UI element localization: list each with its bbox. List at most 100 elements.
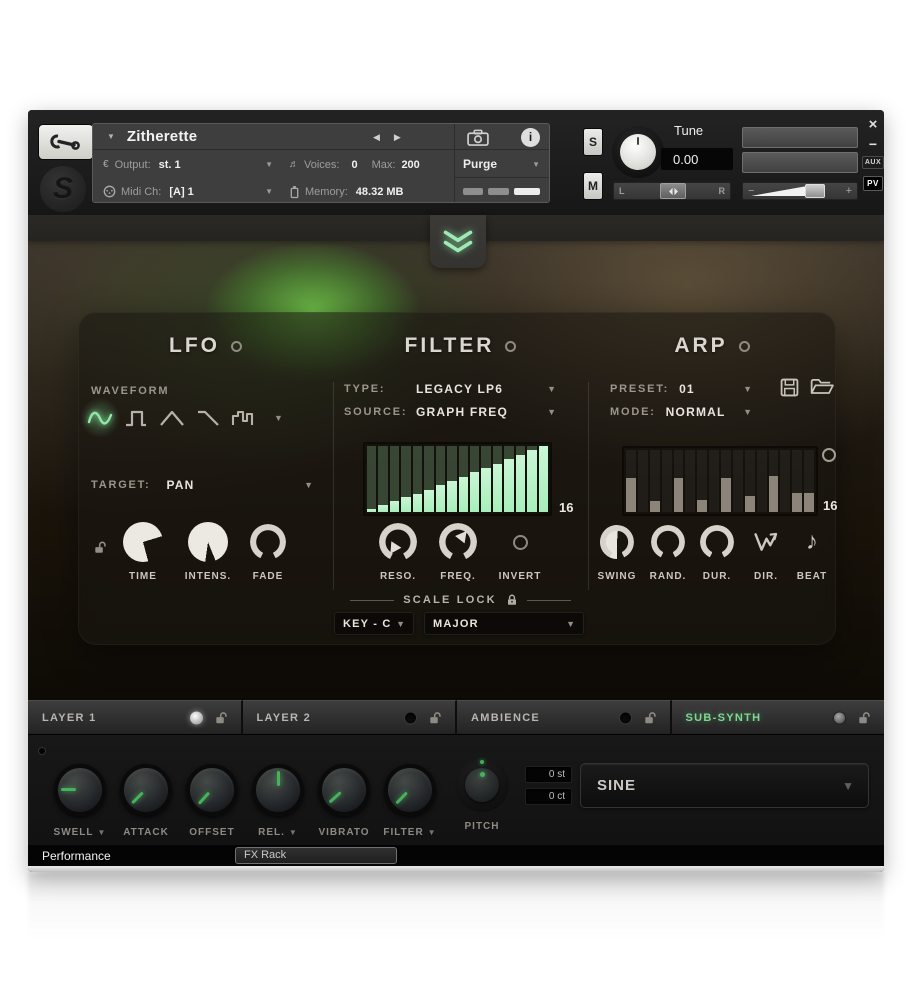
graph-step-bar[interactable]: [493, 446, 502, 512]
prev-instrument-button[interactable]: ◀: [373, 132, 380, 143]
random-wave-icon[interactable]: [229, 404, 259, 432]
close-button[interactable]: ×: [869, 118, 878, 132]
graph-step-bar[interactable]: [378, 446, 387, 512]
lfo-intensity-knob[interactable]: INTENS.: [179, 522, 237, 582]
random-knob-dial[interactable]: [651, 525, 685, 559]
knob-dropdown-arrow-icon[interactable]: ▼: [98, 828, 107, 837]
lfo-lock-icon[interactable]: [94, 540, 108, 555]
graph-step-bar[interactable]: [539, 446, 548, 512]
filter-frequency-knob[interactable]: FREQ.: [430, 522, 486, 582]
graph-step-bar[interactable]: [709, 450, 719, 512]
knob-attack[interactable]: ATTACK: [113, 764, 179, 838]
volume-plus-icon[interactable]: +: [846, 185, 852, 197]
pv-button[interactable]: PV: [863, 176, 883, 191]
graph-step-bar[interactable]: [413, 446, 422, 512]
arp-random-knob[interactable]: RAND.: [640, 522, 696, 582]
pan-slider[interactable]: L R: [613, 182, 731, 200]
lfo-time-knob[interactable]: TIME: [114, 522, 172, 582]
layer-active-led[interactable]: [619, 711, 632, 724]
layer-active-led[interactable]: [190, 711, 203, 724]
target-dropdown-icon[interactable]: ▼: [304, 480, 313, 490]
minimize-button[interactable]: −: [869, 139, 877, 149]
knob-dial[interactable]: [252, 764, 304, 816]
volume-slider-grip[interactable]: [805, 184, 825, 198]
layer-active-led[interactable]: [404, 711, 417, 724]
lfo-power-led[interactable]: [231, 341, 242, 352]
graph-step-bar[interactable]: [721, 450, 731, 512]
graph-step-bar[interactable]: [638, 450, 648, 512]
graph-step-bar[interactable]: [804, 450, 814, 512]
graph-step-bar[interactable]: [527, 446, 536, 512]
arp-step-graph[interactable]: [622, 446, 818, 516]
layer-lock-icon[interactable]: [429, 711, 443, 724]
graph-step-bar[interactable]: [757, 450, 767, 512]
intensity-knob-dial[interactable]: [188, 522, 228, 562]
purge-menu[interactable]: Purge ▼: [454, 151, 549, 178]
sine-wave-icon[interactable]: [85, 404, 115, 432]
time-knob-dial[interactable]: [123, 522, 163, 562]
instrument-menu-arrow-icon[interactable]: ▼: [107, 132, 115, 141]
pitch-knob-dial[interactable]: [465, 768, 499, 802]
scale-key-select[interactable]: KEY - C ▼: [334, 612, 414, 635]
graph-step-bar[interactable]: [733, 450, 743, 512]
knob-swell[interactable]: SWELL▼: [47, 764, 113, 838]
graph-step-bar[interactable]: [792, 450, 802, 512]
knob-offset[interactable]: OFFSET: [179, 764, 245, 838]
graph-step-bar[interactable]: [674, 450, 684, 512]
graph-step-bar[interactable]: [459, 446, 468, 512]
source-dropdown-icon[interactable]: ▼: [547, 407, 556, 417]
knob-vibrato[interactable]: VIBRATO: [311, 764, 377, 838]
output-select[interactable]: € Output: st. 1 ▼: [103, 151, 273, 178]
preset-dropdown-icon[interactable]: ▼: [743, 384, 752, 394]
knob-dial[interactable]: [54, 764, 106, 816]
duration-knob-dial[interactable]: [700, 525, 734, 559]
knob-filter[interactable]: FILTER▼: [377, 764, 443, 838]
knob-dial[interactable]: [318, 764, 370, 816]
resonance-knob-dial[interactable]: [379, 523, 417, 561]
graph-step-bar[interactable]: [436, 446, 445, 512]
knob-rel[interactable]: REL.▼: [245, 764, 311, 838]
preset-load-button[interactable]: [810, 378, 834, 396]
pitch-cents-field[interactable]: 0 ct: [525, 788, 572, 805]
arp-power-led[interactable]: [739, 341, 750, 352]
scale-lock-icon[interactable]: [506, 593, 518, 607]
layer-tab-sub-synth[interactable]: SUB-SYNTH: [672, 700, 885, 735]
graph-step-bar[interactable]: [650, 450, 660, 512]
arp-mode-select[interactable]: MODE: NORMAL ▼: [610, 405, 752, 419]
tune-knob[interactable]: [612, 126, 664, 178]
midi-channel-select[interactable]: Midi Ch: [A] 1 ▼: [103, 178, 273, 205]
volume-minus-icon[interactable]: −: [748, 185, 754, 197]
graph-step-bar[interactable]: [685, 450, 695, 512]
graph-step-bar[interactable]: [390, 446, 399, 512]
knob-dial[interactable]: [120, 764, 172, 816]
graph-step-bar[interactable]: [780, 450, 790, 512]
aux-button[interactable]: AUX: [862, 156, 884, 169]
sub-synth-wave-select[interactable]: SINE ▼: [580, 763, 869, 808]
pitch-semitone-field[interactable]: 0 st: [525, 766, 572, 783]
wrench-edit-button[interactable]: [38, 124, 94, 160]
frequency-knob-dial[interactable]: [439, 523, 477, 561]
layer-tab-layer-2[interactable]: LAYER 2: [243, 700, 458, 735]
mute-button[interactable]: M: [583, 172, 603, 200]
swing-knob-dial[interactable]: [600, 525, 634, 559]
graph-step-bar[interactable]: [447, 446, 456, 512]
pan-slider-grip[interactable]: [660, 183, 686, 199]
layer-tab-layer-1[interactable]: LAYER 1: [28, 700, 243, 735]
tab-performance[interactable]: Performance: [28, 845, 228, 866]
lfo-target-select[interactable]: TARGET: PAN ▼: [91, 478, 313, 492]
scale-type-select[interactable]: MAJOR ▼: [424, 612, 584, 635]
arp-swing-knob[interactable]: SWING: [589, 522, 645, 582]
graph-step-bar[interactable]: [470, 446, 479, 512]
filter-resonance-knob[interactable]: RESO.: [370, 522, 426, 582]
tab-fx-rack[interactable]: FX Rack: [235, 847, 397, 864]
midi-dropdown-icon[interactable]: ▼: [265, 187, 273, 196]
preset-save-button[interactable]: [780, 378, 799, 397]
output-dropdown-icon[interactable]: ▼: [265, 160, 273, 169]
graph-step-bar[interactable]: [662, 450, 672, 512]
graph-step-bar[interactable]: [697, 450, 707, 512]
graph-step-bar[interactable]: [745, 450, 755, 512]
arp-beat-control[interactable]: ♪ BEAT: [784, 522, 840, 582]
lfo-fade-knob[interactable]: FADE: [240, 522, 296, 582]
fade-knob-dial[interactable]: [250, 524, 286, 560]
graph-step-bar[interactable]: [626, 450, 636, 512]
